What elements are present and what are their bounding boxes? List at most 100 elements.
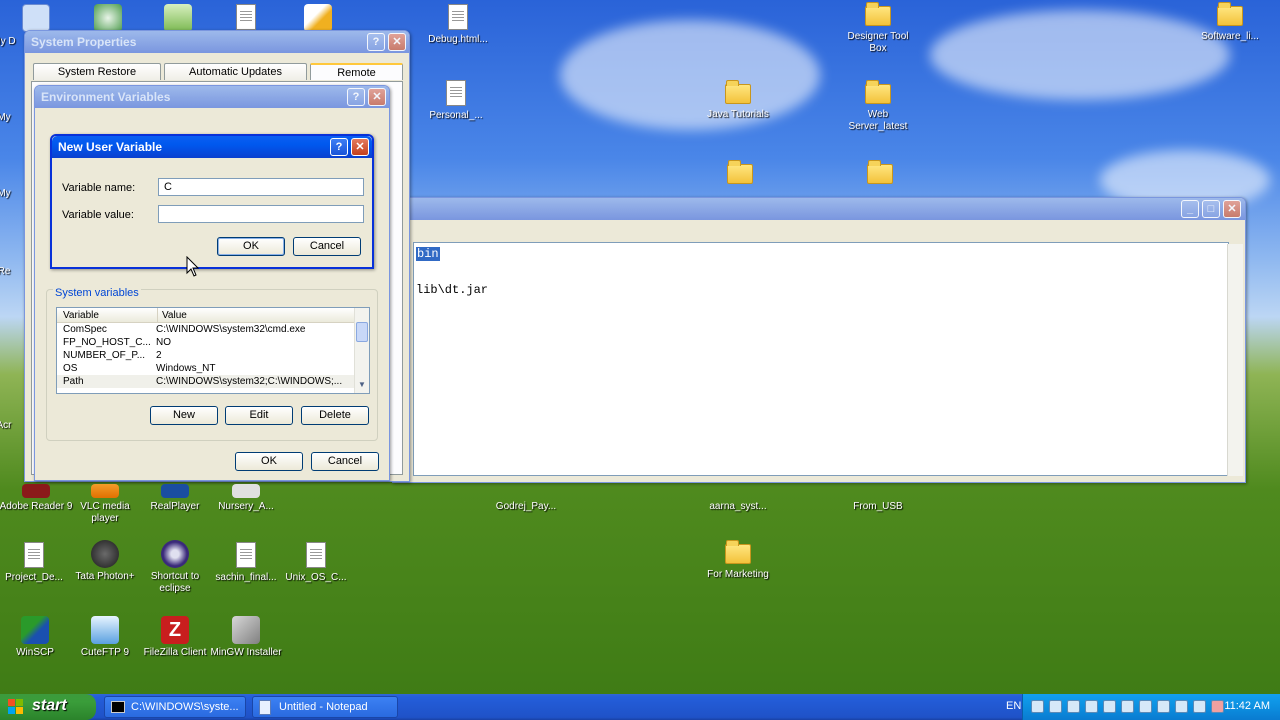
- system-variables-list[interactable]: Variable Value ComSpec C:\WINDOWS\system3…: [56, 307, 370, 394]
- close-icon[interactable]: ✕: [388, 33, 406, 51]
- notepad-text-area[interactable]: bin lib\dt.jar: [413, 242, 1229, 476]
- cancel-button[interactable]: Cancel: [311, 452, 379, 471]
- table-row[interactable]: Path C:\WINDOWS\system32;C:\WINDOWS;...: [57, 375, 369, 388]
- folder-icon[interactable]: [867, 160, 893, 189]
- notepad-icon: [259, 700, 271, 715]
- desktop-icon-personal[interactable]: Personal_...: [418, 78, 494, 122]
- desktop-icon-software[interactable]: Software_li...: [1192, 2, 1268, 43]
- desktop-icon-fromusb[interactable]: From_USB: [840, 484, 916, 513]
- new-user-variable-dialog[interactable]: New User Variable ? ✕ Variable name: C V…: [50, 134, 374, 269]
- folder-icon: [865, 2, 891, 26]
- document-icon: [448, 4, 468, 30]
- desktop-icon-java[interactable]: Java Tutorials: [700, 80, 776, 121]
- notepad-titlebar[interactable]: _ □ ✕: [393, 198, 1245, 220]
- notepad-window[interactable]: _ □ ✕ bin lib\dt.jar: [392, 197, 1246, 483]
- close-icon[interactable]: ✕: [1223, 200, 1241, 218]
- desktop-icon-marketing[interactable]: For Marketing: [700, 540, 776, 581]
- folder-icon: [725, 80, 751, 104]
- taskbar-item-label: C:\WINDOWS\syste...: [131, 701, 239, 713]
- system-properties-titlebar[interactable]: System Properties ? ✕: [25, 31, 409, 53]
- vlc-icon: [91, 484, 119, 498]
- volume-icon[interactable]: [1193, 700, 1206, 713]
- desktop-icon-aarna[interactable]: aarna_syst...: [700, 484, 776, 513]
- close-icon[interactable]: ✕: [368, 88, 386, 106]
- tray-app-icon[interactable]: [1103, 700, 1116, 713]
- app-icon[interactable]: [164, 4, 192, 32]
- cell-value: C:\WINDOWS\system32;C:\WINDOWS;...: [156, 376, 343, 387]
- ok-button[interactable]: OK: [235, 452, 303, 471]
- desktop-icon-realplayer[interactable]: RealPlayer: [137, 484, 213, 513]
- desktop-icon-vlc[interactable]: VLC media player: [67, 484, 143, 525]
- close-icon[interactable]: ✕: [351, 138, 369, 156]
- table-row[interactable]: OS Windows_NT: [57, 362, 369, 375]
- column-header-value[interactable]: Value: [157, 308, 187, 323]
- tray-app-icon[interactable]: [1067, 700, 1080, 713]
- realplayer-icon: [161, 484, 189, 498]
- language-indicator[interactable]: EN: [1006, 700, 1021, 712]
- tray-app-icon[interactable]: [1031, 700, 1044, 713]
- help-icon[interactable]: ?: [347, 88, 365, 106]
- desktop-icon-filezilla[interactable]: Z FileZilla Client: [137, 616, 213, 659]
- desktop-icon-mingw[interactable]: MinGW Installer: [208, 616, 284, 659]
- tray-app-icon[interactable]: [1085, 700, 1098, 713]
- cell-value: Windows_NT: [156, 363, 216, 374]
- variable-name-label: Variable name:: [62, 182, 136, 194]
- variable-name-field[interactable]: C: [158, 178, 364, 196]
- minimize-icon[interactable]: _: [1181, 200, 1199, 218]
- edit-button[interactable]: Edit: [225, 406, 293, 425]
- desktop-icon-cuteftp[interactable]: CuteFTP 9: [67, 616, 143, 659]
- tray-app-icon[interactable]: [1049, 700, 1062, 713]
- document-icon[interactable]: [236, 4, 256, 30]
- desktop-icon-unix[interactable]: Unix_OS_C...: [278, 540, 354, 584]
- desktop-icon-winscp[interactable]: WinSCP: [0, 616, 73, 659]
- desktop-icon-sachin[interactable]: sachin_final...: [208, 540, 284, 584]
- tab-automatic-updates[interactable]: Automatic Updates: [164, 63, 307, 80]
- cancel-button[interactable]: Cancel: [293, 237, 361, 256]
- vertical-scrollbar[interactable]: [1227, 244, 1243, 476]
- new-button[interactable]: New: [150, 406, 218, 425]
- delete-button[interactable]: Delete: [301, 406, 369, 425]
- folder-icon[interactable]: [727, 160, 753, 189]
- webcam-icon[interactable]: [94, 4, 122, 32]
- new-user-variable-titlebar[interactable]: New User Variable ? ✕: [52, 136, 372, 158]
- ok-button[interactable]: OK: [217, 237, 285, 256]
- environment-variables-titlebar[interactable]: Environment Variables ? ✕: [35, 86, 389, 108]
- desktop-icon-debug[interactable]: Debug.html...: [420, 2, 496, 46]
- desktop-icon-nursery[interactable]: Nursery_A...: [208, 484, 284, 513]
- eclipse-icon: [161, 540, 189, 568]
- tab-remote[interactable]: Remote: [310, 63, 403, 80]
- table-row[interactable]: NUMBER_OF_P... 2: [57, 349, 369, 362]
- tray-app-icon[interactable]: [1157, 700, 1170, 713]
- clock[interactable]: 11:42 AM: [1224, 700, 1270, 712]
- column-header-variable[interactable]: Variable: [63, 308, 99, 323]
- document-icon: [512, 484, 540, 498]
- tray-app-icon[interactable]: [1139, 700, 1152, 713]
- app-icon[interactable]: [304, 4, 332, 32]
- taskbar-item-notepad[interactable]: Untitled - Notepad: [252, 696, 398, 718]
- list-scrollbar[interactable]: ▼: [354, 308, 369, 393]
- mydocs-icon[interactable]: [22, 4, 50, 32]
- adobe-reader-icon: [22, 484, 50, 498]
- help-icon[interactable]: ?: [330, 138, 348, 156]
- desktop-icon-eclipse[interactable]: Shortcut to eclipse: [137, 540, 213, 595]
- start-button[interactable]: start: [0, 694, 96, 720]
- table-row[interactable]: ComSpec C:\WINDOWS\system32\cmd.exe: [57, 323, 369, 336]
- document-icon: [724, 484, 752, 498]
- desktop-icon-tata[interactable]: Tata Photon+: [67, 540, 143, 583]
- tray-app-icon[interactable]: [1211, 700, 1224, 713]
- taskbar-item-cmd[interactable]: C:\WINDOWS\syste...: [104, 696, 246, 718]
- desktop-icon-project[interactable]: Project_De...: [0, 540, 72, 584]
- desktop-icon-webserver[interactable]: Web Server_latest: [840, 80, 916, 133]
- scrollbar-thumb[interactable]: [356, 322, 368, 342]
- table-row[interactable]: FP_NO_HOST_C... NO: [57, 336, 369, 349]
- help-icon[interactable]: ?: [367, 33, 385, 51]
- desktop-icon-godrej[interactable]: Godrej_Pay...: [488, 484, 564, 513]
- tab-system-restore[interactable]: System Restore: [33, 63, 161, 80]
- maximize-icon[interactable]: □: [1202, 200, 1220, 218]
- desktop-icon-designer[interactable]: Designer Tool Box: [840, 2, 916, 55]
- variable-value-field[interactable]: [158, 205, 364, 223]
- tray-app-icon[interactable]: [1175, 700, 1188, 713]
- chevron-down-icon[interactable]: ▼: [356, 380, 368, 392]
- desktop-icon-adobe[interactable]: Adobe Reader 9: [0, 484, 74, 513]
- bluetooth-icon[interactable]: [1121, 700, 1134, 713]
